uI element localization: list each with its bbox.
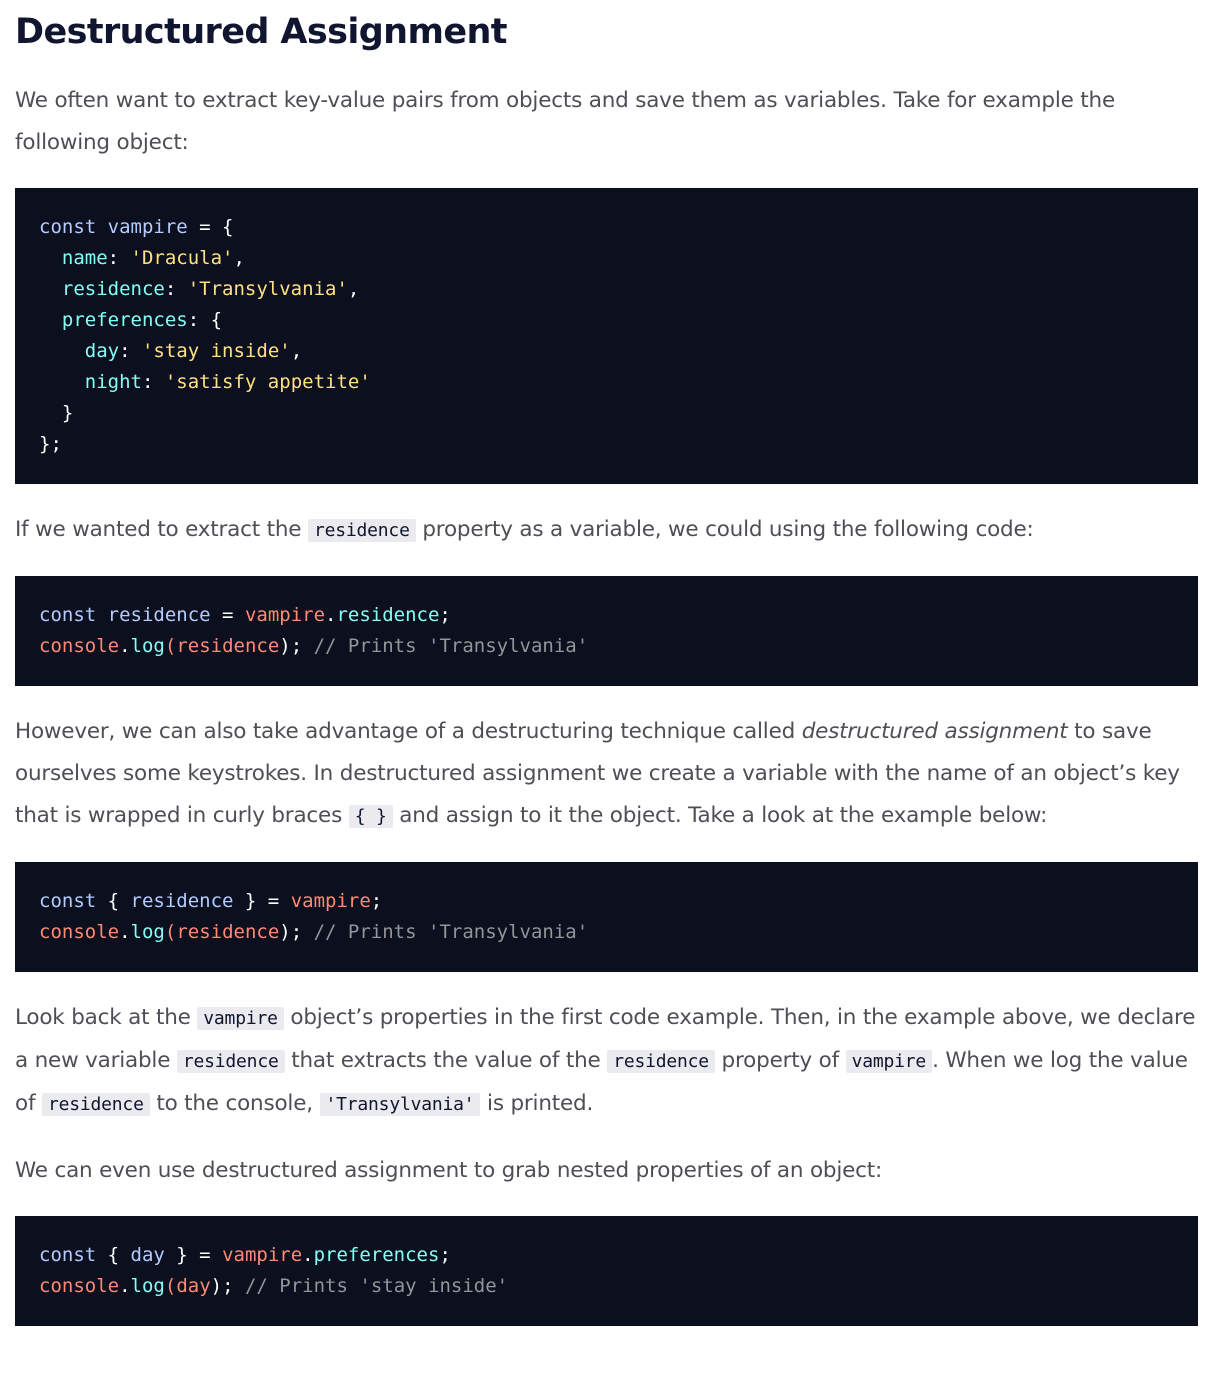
text-run: If we wanted to extract the bbox=[15, 517, 308, 542]
code-punctuation: ; bbox=[370, 890, 383, 912]
inline-code: 'Transylvania' bbox=[319, 1093, 481, 1116]
code-key: residence bbox=[61, 278, 165, 300]
code-punctuation: ); bbox=[279, 635, 303, 657]
code-punctuation: = { bbox=[187, 216, 234, 238]
code-punctuation: } = bbox=[164, 1244, 223, 1266]
code-punctuation: { bbox=[96, 890, 131, 912]
code-punctuation: ; bbox=[439, 604, 451, 626]
code-keyword: const bbox=[39, 216, 97, 238]
code-property: preferences bbox=[313, 1244, 440, 1266]
code-punctuation: : bbox=[107, 247, 131, 269]
code-punctuation: , bbox=[233, 247, 245, 269]
text-run: However, we can also take advantage of a… bbox=[15, 719, 802, 744]
inline-code: residence bbox=[176, 1050, 285, 1073]
code-block-destructuring[interactable]: const { residence } = vampire; console.l… bbox=[15, 862, 1198, 972]
nested-paragraph: We can even use destructured assignment … bbox=[15, 1158, 883, 1183]
intro-paragraph: We often want to extract key-value pairs… bbox=[15, 88, 1115, 155]
lookback-paragraph: Look back at the vampire object’s proper… bbox=[15, 997, 1198, 1126]
code-object: vampire bbox=[222, 1244, 303, 1266]
code-punctuation: . bbox=[119, 635, 131, 657]
code-punctuation: : bbox=[141, 371, 165, 393]
code-variable: day bbox=[130, 1244, 165, 1266]
article-content: Destructured Assignment We often want to… bbox=[15, 0, 1198, 1326]
code-punctuation: , bbox=[290, 340, 303, 362]
code-variable: residence bbox=[107, 604, 211, 626]
code-punctuation: ( bbox=[164, 1275, 177, 1297]
code-punctuation: : { bbox=[187, 309, 223, 331]
code-punctuation: : bbox=[164, 278, 188, 300]
code-string: 'Transylvania' bbox=[187, 278, 348, 300]
code-object: vampire bbox=[244, 604, 326, 626]
code-object: vampire bbox=[290, 890, 371, 912]
code-punctuation: . bbox=[325, 604, 337, 626]
inline-code: { } bbox=[348, 805, 393, 828]
code-keyword: const bbox=[39, 1244, 97, 1266]
inline-code: vampire bbox=[845, 1050, 933, 1073]
code-key: night bbox=[84, 371, 142, 393]
code-block-vampire-object[interactable]: const vampire = { name: 'Dracula', resid… bbox=[15, 188, 1198, 484]
code-object: console bbox=[39, 921, 120, 943]
code-punctuation: ( bbox=[164, 921, 177, 943]
code-property: residence bbox=[336, 604, 440, 626]
inline-code: residence bbox=[41, 1093, 150, 1116]
code-function: log bbox=[130, 921, 165, 943]
text-run: property as a variable, we could using t… bbox=[415, 517, 1034, 542]
code-punctuation: ); bbox=[279, 921, 303, 943]
code-variable: vampire bbox=[107, 216, 188, 238]
inline-code: residence bbox=[307, 519, 416, 542]
text-run: that extracts the value of the bbox=[284, 1048, 608, 1073]
code-object: console bbox=[39, 635, 120, 657]
code-block-nested-destructuring[interactable]: const { day } = vampire.preferences; con… bbox=[15, 1216, 1198, 1326]
code-punctuation: } = bbox=[233, 890, 291, 912]
code-object: console bbox=[39, 1275, 120, 1297]
code-string: 'stay inside' bbox=[141, 340, 291, 362]
code-block-dot-notation[interactable]: const residence = vampire.residence; con… bbox=[15, 576, 1198, 686]
text-run: property of bbox=[714, 1048, 846, 1073]
code-punctuation: : bbox=[119, 340, 142, 362]
residence-paragraph: If we wanted to extract the residence pr… bbox=[15, 509, 1198, 552]
code-punctuation: ; bbox=[439, 1244, 451, 1266]
text-run: to the console, bbox=[149, 1091, 320, 1116]
code-punctuation: = bbox=[210, 604, 245, 626]
code-key: day bbox=[84, 340, 120, 362]
code-comment: // Prints 'stay inside' bbox=[244, 1275, 509, 1297]
code-punctuation: { bbox=[96, 1244, 131, 1266]
code-punctuation: ); bbox=[210, 1275, 234, 1297]
code-function: log bbox=[130, 1275, 165, 1297]
code-comment: // Prints 'Transylvania' bbox=[313, 921, 589, 943]
inline-code: vampire bbox=[197, 1007, 284, 1030]
code-punctuation: }; bbox=[39, 433, 62, 455]
code-key: preferences bbox=[61, 309, 188, 331]
text-run: and assign to it the object. Take a look… bbox=[392, 803, 1048, 828]
code-keyword: const bbox=[39, 604, 97, 626]
inline-code: residence bbox=[607, 1050, 715, 1073]
code-key: name bbox=[61, 247, 108, 269]
text-run: is printed. bbox=[480, 1091, 594, 1116]
code-punctuation: . bbox=[119, 921, 131, 943]
code-function: log bbox=[130, 635, 165, 657]
code-argument: day bbox=[176, 1275, 211, 1297]
page-title: Destructured Assignment bbox=[15, 12, 508, 52]
emphasis-term: destructured assignment bbox=[801, 719, 1068, 744]
code-punctuation: ( bbox=[164, 635, 177, 657]
code-punctuation: , bbox=[347, 278, 360, 300]
code-punctuation: } bbox=[61, 402, 74, 424]
however-paragraph: However, we can also take advantage of a… bbox=[15, 711, 1198, 838]
code-punctuation: . bbox=[302, 1244, 314, 1266]
code-argument: residence bbox=[176, 635, 280, 657]
code-variable: residence bbox=[130, 890, 234, 912]
code-string: 'Dracula' bbox=[130, 247, 234, 269]
code-string: 'satisfy appetite' bbox=[164, 371, 371, 393]
text-run: Look back at the bbox=[15, 1005, 198, 1030]
code-argument: residence bbox=[176, 921, 280, 943]
code-comment: // Prints 'Transylvania' bbox=[313, 635, 589, 657]
code-keyword: const bbox=[39, 890, 97, 912]
code-punctuation: . bbox=[119, 1275, 131, 1297]
